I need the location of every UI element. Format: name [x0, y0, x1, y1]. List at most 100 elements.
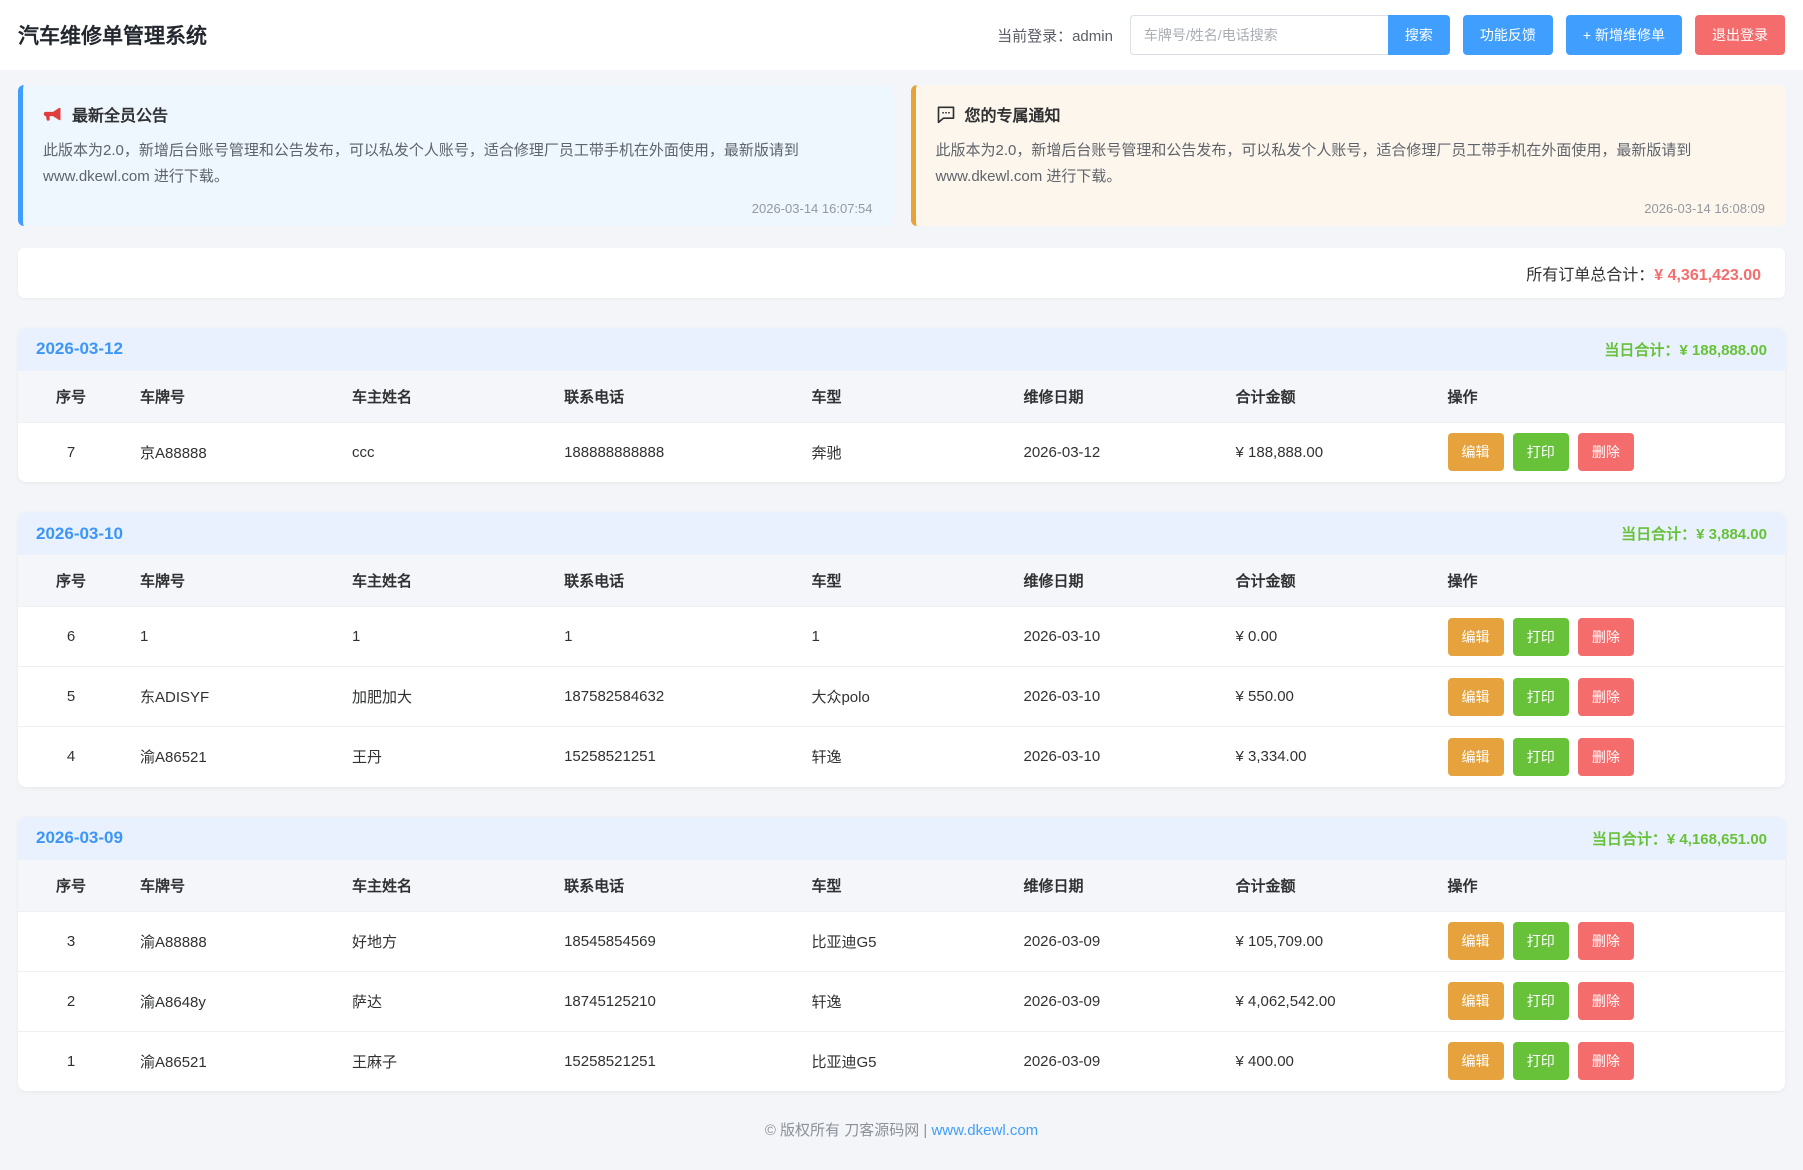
page-footer: © 版权所有 刀客源码网 | www.dkewl.com — [0, 1091, 1803, 1170]
edit-button[interactable]: 编辑 — [1448, 982, 1504, 1020]
print-button[interactable]: 打印 — [1513, 1042, 1569, 1080]
cell-plate: 渝A8648y — [124, 971, 336, 1031]
edit-button[interactable]: 编辑 — [1448, 678, 1504, 716]
cell-plate: 渝A86521 — [124, 727, 336, 787]
cell-date: 2026-03-12 — [1007, 422, 1219, 482]
delete-button[interactable]: 删除 — [1578, 982, 1634, 1020]
speech-bubble-icon — [936, 104, 956, 124]
col-header-amount: 合计金额 — [1220, 555, 1432, 607]
cell-amount: ¥ 4,062,542.00 — [1220, 971, 1432, 1031]
col-header-model: 车型 — [795, 860, 1007, 912]
cell-phone: 1 — [548, 607, 795, 667]
edit-button[interactable]: 编辑 — [1448, 922, 1504, 960]
top-bar: 汽车维修单管理系统 当前登录：admin 搜索 功能反馈 + 新增维修单 退出登… — [0, 0, 1803, 70]
daily-total-amount: ¥ 4,168,651.00 — [1667, 831, 1767, 848]
cell-owner: 萨达 — [336, 971, 548, 1031]
col-header-phone: 联系电话 — [548, 371, 795, 423]
order-sections: 2026-03-12 当日合计：¥ 188,888.00 序号 车牌号 车主姓名… — [0, 328, 1803, 1092]
current-login-label: 当前登录：admin — [997, 25, 1113, 46]
cell-index: 2 — [18, 971, 124, 1031]
edit-button[interactable]: 编辑 — [1448, 738, 1504, 776]
grand-total-label: 所有订单总合计： — [1526, 267, 1654, 284]
personal-notice-header: 您的专属通知 — [936, 102, 1766, 126]
cell-model: 比亚迪G5 — [795, 911, 1007, 971]
cell-index: 4 — [18, 727, 124, 787]
cell-plate: 东ADISYF — [124, 667, 336, 727]
logout-button[interactable]: 退出登录 — [1695, 15, 1785, 55]
delete-button[interactable]: 删除 — [1578, 1042, 1634, 1080]
cell-owner: 加肥加大 — [336, 667, 548, 727]
delete-button[interactable]: 删除 — [1578, 922, 1634, 960]
cell-index: 1 — [18, 1031, 124, 1091]
cell-amount: ¥ 0.00 — [1220, 607, 1432, 667]
personal-notice-title: 您的专属通知 — [965, 102, 1061, 126]
cell-actions: 编辑 打印 删除 — [1432, 727, 1785, 787]
personal-notice-body: 此版本为2.0，新增后台账号管理和公告发布，可以私发个人账号，适合修理厂员工带手… — [936, 138, 1766, 191]
delete-button[interactable]: 删除 — [1578, 738, 1634, 776]
grand-total-amount: ¥ 4,361,423.00 — [1654, 267, 1761, 284]
daily-total-label: 当日合计： — [1621, 526, 1696, 543]
col-header-phone: 联系电话 — [548, 555, 795, 607]
cell-owner: 1 — [336, 607, 548, 667]
edit-button[interactable]: 编辑 — [1448, 433, 1504, 471]
add-repair-order-button[interactable]: + 新增维修单 — [1566, 15, 1682, 55]
cell-model: 轩逸 — [795, 727, 1007, 787]
cell-phone: 15258521251 — [548, 727, 795, 787]
delete-button[interactable]: 删除 — [1578, 433, 1634, 471]
table-body: 6 1 1 1 1 2026-03-10 ¥ 0.00 编辑 打印 删除 5 东… — [18, 607, 1785, 787]
search-button[interactable]: 搜索 — [1388, 15, 1450, 55]
daily-total: 当日合计：¥ 3,884.00 — [1621, 523, 1767, 544]
announcement-timestamp: 2026-03-14 16:07:54 — [43, 201, 873, 216]
order-row: 5 东ADISYF 加肥加大 187582584632 大众polo 2026-… — [18, 667, 1785, 727]
cell-actions: 编辑 打印 删除 — [1432, 607, 1785, 667]
print-button[interactable]: 打印 — [1513, 738, 1569, 776]
cell-plate: 渝A88888 — [124, 911, 336, 971]
section-date: 2026-03-10 — [36, 524, 123, 544]
cell-date: 2026-03-09 — [1007, 1031, 1219, 1091]
order-row: 2 渝A8648y 萨达 18745125210 轩逸 2026-03-09 ¥… — [18, 971, 1785, 1031]
cell-phone: 15258521251 — [548, 1031, 795, 1091]
cell-index: 6 — [18, 607, 124, 667]
edit-button[interactable]: 编辑 — [1448, 1042, 1504, 1080]
top-bar-actions: 当前登录：admin 搜索 功能反馈 + 新增维修单 退出登录 — [997, 15, 1785, 55]
edit-button[interactable]: 编辑 — [1448, 618, 1504, 656]
date-section: 2026-03-09 当日合计：¥ 4,168,651.00 序号 车牌号 车主… — [18, 817, 1785, 1092]
daily-total: 当日合计：¥ 188,888.00 — [1604, 339, 1767, 360]
section-date: 2026-03-09 — [36, 828, 123, 848]
footer-link[interactable]: www.dkewl.com — [931, 1122, 1038, 1139]
delete-button[interactable]: 删除 — [1578, 678, 1634, 716]
cell-date: 2026-03-09 — [1007, 971, 1219, 1031]
orders-table: 序号 车牌号 车主姓名 联系电话 车型 维修日期 合计金额 操作 6 1 1 1… — [18, 555, 1785, 787]
search-input[interactable] — [1130, 15, 1388, 55]
col-header-phone: 联系电话 — [548, 860, 795, 912]
col-header-actions: 操作 — [1432, 860, 1785, 912]
print-button[interactable]: 打印 — [1513, 433, 1569, 471]
print-button[interactable]: 打印 — [1513, 922, 1569, 960]
cell-owner: 王麻子 — [336, 1031, 548, 1091]
daily-total-amount: ¥ 188,888.00 — [1679, 342, 1767, 359]
cell-phone: 187582584632 — [548, 667, 795, 727]
daily-total-label: 当日合计： — [1592, 831, 1667, 848]
cell-actions: 编辑 打印 删除 — [1432, 422, 1785, 482]
cell-model: 轩逸 — [795, 971, 1007, 1031]
cell-amount: ¥ 105,709.00 — [1220, 911, 1432, 971]
print-button[interactable]: 打印 — [1513, 618, 1569, 656]
copyright-text: © 版权所有 刀客源码网 — [765, 1122, 919, 1139]
delete-button[interactable]: 删除 — [1578, 618, 1634, 656]
cell-owner: ccc — [336, 422, 548, 482]
print-button[interactable]: 打印 — [1513, 982, 1569, 1020]
cell-index: 3 — [18, 911, 124, 971]
orders-table: 序号 车牌号 车主姓名 联系电话 车型 维修日期 合计金额 操作 3 渝A888… — [18, 860, 1785, 1092]
order-row: 4 渝A86521 王丹 15258521251 轩逸 2026-03-10 ¥… — [18, 727, 1785, 787]
order-row: 6 1 1 1 1 2026-03-10 ¥ 0.00 编辑 打印 删除 — [18, 607, 1785, 667]
table-header-row: 序号 车牌号 车主姓名 联系电话 车型 维修日期 合计金额 操作 — [18, 860, 1785, 912]
feedback-button[interactable]: 功能反馈 — [1463, 15, 1553, 55]
print-button[interactable]: 打印 — [1513, 678, 1569, 716]
cell-plate: 1 — [124, 607, 336, 667]
megaphone-icon — [43, 104, 63, 124]
footer-separator: | — [923, 1122, 927, 1139]
cell-date: 2026-03-10 — [1007, 727, 1219, 787]
col-header-index: 序号 — [18, 555, 124, 607]
cell-amount: ¥ 188,888.00 — [1220, 422, 1432, 482]
col-header-model: 车型 — [795, 555, 1007, 607]
